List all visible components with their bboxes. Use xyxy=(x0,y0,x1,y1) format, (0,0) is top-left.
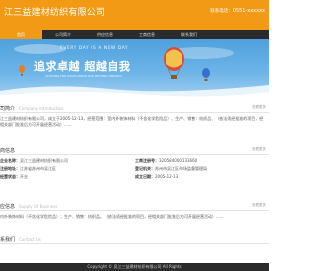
hot-air-balloon-icon xyxy=(164,47,184,79)
company-name-value: 吴江三益建材纺织有限公司 xyxy=(20,158,68,163)
status-label: 经营状态： xyxy=(0,174,20,179)
banner-subtitle: EVERY DAY IS A NEW DAY xyxy=(60,46,129,51)
reg-no-row: 工商注册号：320584000133660 xyxy=(135,158,197,164)
contact-title-en: Contact Us xyxy=(19,237,41,242)
business-info: 企业名称：吴江三益建材纺织有限公司 工商注册号：320584000133660 … xyxy=(0,155,269,181)
hotline-label: 联系电话： xyxy=(210,9,233,14)
cloud-shape xyxy=(14,44,66,54)
hotline: 联系电话：0551-xxxxxx xyxy=(210,8,265,14)
small-balloon-icon xyxy=(202,68,210,81)
copyright-text: Copyright © 吴江三益建材纺织有限公司 All Rights xyxy=(87,264,182,269)
contact-section: 系我们 Contact Us xyxy=(0,234,269,244)
status-value: 开业 xyxy=(20,174,28,179)
hotline-number: 0551-xxxxxx xyxy=(232,8,265,14)
about-header: 司简介 Company Introduction 查看更多 xyxy=(0,103,269,113)
reg-no-label: 工商注册号： xyxy=(135,158,159,163)
date-label: 成立日期： xyxy=(135,174,155,179)
contact-header: 系我们 Contact Us xyxy=(0,234,269,244)
about-title-en: Company Introduction xyxy=(19,106,64,111)
main-nav: 首页 公司简介 供应信息 工商信息 联系我们 xyxy=(0,30,269,39)
section-title: 应信息 Supply Of Business xyxy=(0,203,57,210)
nav-item-contact[interactable]: 联系我们 xyxy=(168,30,210,39)
banner-tagline: STRIVING FOR EXCELLENCE AND BEYOND ONESE… xyxy=(45,74,123,78)
date-value: 2005-12-13 xyxy=(155,174,179,179)
supply-title: 应信息 xyxy=(0,204,16,210)
supply-header: 应信息 Supply Of Business 查看更多 xyxy=(0,201,269,211)
small-balloon-icon xyxy=(19,65,25,76)
about-more-link[interactable]: 查看更多 xyxy=(252,105,266,110)
nav-item-business[interactable]: 工商信息 xyxy=(126,30,168,39)
status-row: 经营状态：开业 xyxy=(0,174,28,180)
address-row: 注册地址：江苏省苏州市吴江区 xyxy=(0,166,56,172)
section-title: 司简介 Company Introduction xyxy=(0,105,64,112)
company-logo-text[interactable]: 江三益建材纺织有限公司 xyxy=(4,5,105,18)
section-title: 系我们 Contact Us xyxy=(0,236,41,243)
company-name-row: 企业名称：吴江三益建材纺织有限公司 xyxy=(0,158,68,164)
supply-text: 内外装饰材料（不含化学危险品）；生产、销售：纺织品。（依法须经批准的项目，经相关… xyxy=(0,214,224,219)
nav-item-supply[interactable]: 供应信息 xyxy=(84,30,126,39)
site-footer: Copyright © 吴江三益建材纺织有限公司 All Rights xyxy=(0,263,269,271)
org-label: 登记机关： xyxy=(135,166,155,171)
date-row: 成立日期：2005-12-13 xyxy=(135,174,178,180)
supply-title-en: Supply Of Business xyxy=(19,204,58,209)
banner-slogan: 追求卓越 超越自我 xyxy=(34,60,131,73)
business-title: 商信息 xyxy=(0,148,16,154)
contact-title: 系我们 xyxy=(0,237,16,243)
supply-section: 应信息 Supply Of Business 查看更多 内外装饰材料（不含化学危险… xyxy=(0,201,269,220)
business-more-link[interactable]: 查看更多 xyxy=(252,147,266,152)
about-text: 江三益建材纺织有限公司，成立于2005-12-13，经营范围：室内外装饰材料（不… xyxy=(0,116,264,127)
reg-no-value: 320584000133660 xyxy=(159,158,198,163)
address-value: 江苏省苏州市吴江区 xyxy=(20,166,56,171)
company-name-label: 企业名称： xyxy=(0,158,20,163)
about-section: 司简介 Company Introduction 查看更多 江三益建材纺织有限公司… xyxy=(0,103,269,128)
address-label: 注册地址： xyxy=(0,166,20,171)
supply-more-link[interactable]: 查看更多 xyxy=(252,203,266,208)
about-title: 司简介 xyxy=(0,106,16,112)
business-header: 商信息 查看更多 xyxy=(0,145,269,155)
business-section: 商信息 查看更多 企业名称：吴江三益建材纺织有限公司 工商注册号：3205840… xyxy=(0,145,269,181)
site-header: 江三益建材纺织有限公司 联系电话：0551-xxxxxx xyxy=(0,0,269,30)
org-row: 登记机关：苏州市吴江区市场监督管理局 xyxy=(135,166,207,172)
org-value: 苏州市吴江区市场监督管理局 xyxy=(155,166,207,171)
hero-banner: EVERY DAY IS A NEW DAY 追求卓越 超越自我 STRIVIN… xyxy=(0,39,269,100)
nav-item-about[interactable]: 公司简介 xyxy=(42,30,84,39)
nav-item-home[interactable]: 首页 xyxy=(0,30,42,39)
